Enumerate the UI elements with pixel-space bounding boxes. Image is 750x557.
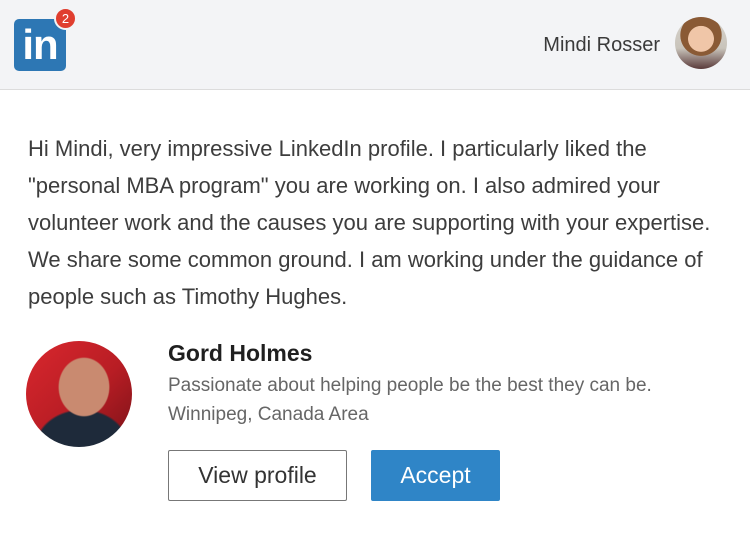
sender-headline: Passionate about helping people be the b… xyxy=(168,375,652,396)
invitation-message: Hi Mindi, very impressive LinkedIn profi… xyxy=(28,136,711,309)
accept-button[interactable]: Accept xyxy=(371,450,500,501)
current-user-name: Mindi Rosser xyxy=(543,34,660,56)
view-profile-button[interactable]: View profile xyxy=(168,450,347,501)
sender-location: Winnipeg, Canada Area xyxy=(168,404,369,425)
sender-name[interactable]: Gord Holmes xyxy=(168,340,312,366)
sender-avatar[interactable] xyxy=(26,341,132,447)
notification-badge[interactable]: 2 xyxy=(54,7,77,30)
top-bar: in 2 Mindi Rosser xyxy=(0,0,750,90)
current-user-avatar[interactable] xyxy=(675,17,727,69)
